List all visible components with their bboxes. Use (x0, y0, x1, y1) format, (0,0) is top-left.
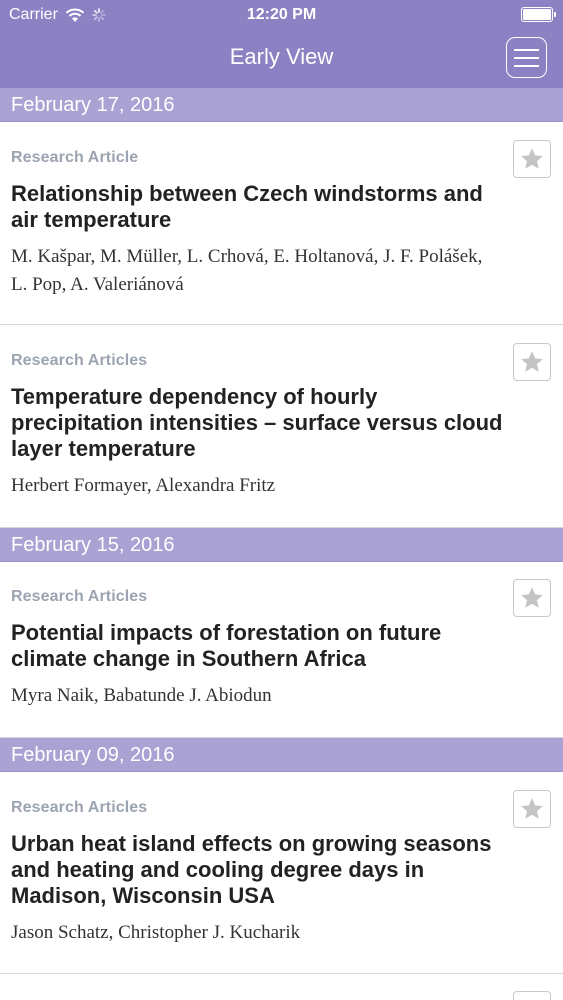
article-type-label: Research Articles (11, 352, 148, 369)
date-section-header: February 09, 2016 (0, 738, 563, 772)
page-title: Early View (229, 44, 334, 69)
battery-icon (521, 7, 556, 22)
article-title[interactable]: Relationship between Czech windstorms an… (11, 181, 503, 233)
article-type-label: Research Articles (11, 588, 148, 605)
hamburger-menu-icon-line (514, 48, 539, 51)
article-type-label: Research Articles (11, 799, 148, 816)
article-item[interactable]: Research Article Relationship between Cz… (0, 122, 563, 325)
article-type-label: Research Article (11, 149, 139, 166)
favorite-star-button[interactable] (513, 140, 551, 178)
hamburger-menu-icon-line (514, 64, 539, 67)
favorite-star-button[interactable] (513, 991, 551, 1000)
top-bar: Carrier 12:20 PM Early View (0, 0, 563, 88)
article-authors: Myra Naik, Babatunde J. Abiodun (11, 685, 272, 706)
article-item[interactable]: Research Articles Temperature dependency… (0, 325, 563, 528)
status-bar: Carrier 12:20 PM (0, 0, 563, 30)
article-authors: Herbert Formayer, Alexandra Fritz (11, 475, 276, 496)
star-icon (521, 798, 543, 819)
app-screen: Carrier 12:20 PM Early View February 17,… (0, 0, 563, 1000)
article-item[interactable] (0, 974, 563, 1000)
article-item[interactable]: Research Articles Urban heat island effe… (0, 772, 563, 974)
date-section-header: February 17, 2016 (0, 88, 563, 122)
status-time: 12:20 PM (246, 6, 317, 23)
article-item[interactable]: Research Articles Potential impacts of f… (0, 562, 563, 738)
article-authors: M. Kašpar, M. Müller, L. Crhová, E. Holt… (11, 246, 483, 295)
favorite-star-button[interactable] (513, 790, 551, 828)
navigation-bar: Early View (0, 30, 563, 88)
article-title[interactable]: Potential impacts of forestation on futu… (11, 620, 503, 672)
article-authors: Jason Schatz, Christopher J. Kucharik (11, 922, 301, 943)
article-title[interactable]: Temperature dependency of hourly precipi… (11, 384, 503, 462)
article-list[interactable]: February 17, 2016 Research Article Relat… (0, 88, 563, 1000)
article-title[interactable]: Urban heat island effects on growing sea… (11, 831, 503, 909)
star-icon (521, 587, 543, 608)
favorite-star-button[interactable] (513, 343, 551, 381)
star-icon (521, 351, 543, 372)
date-section-header: February 15, 2016 (0, 528, 563, 562)
favorite-star-button[interactable] (513, 579, 551, 617)
hamburger-menu-icon-line (514, 56, 539, 59)
star-icon (521, 148, 543, 169)
menu-button[interactable] (506, 37, 547, 78)
